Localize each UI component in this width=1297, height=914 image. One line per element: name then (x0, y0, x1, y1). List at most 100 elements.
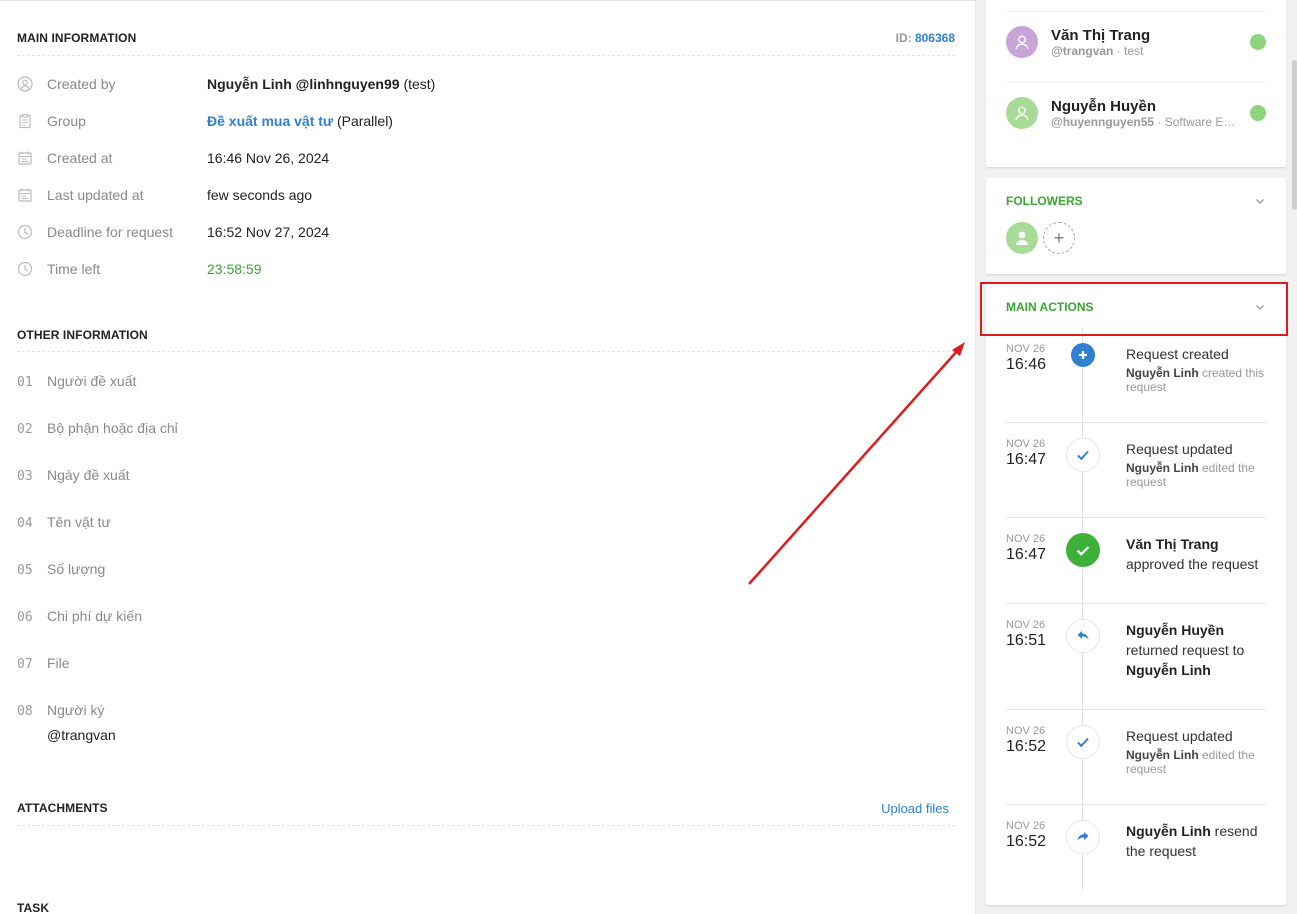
timeline-date: NOV 26 (1006, 343, 1046, 355)
user-icon (1015, 231, 1029, 245)
divider (1006, 603, 1266, 604)
created-by-value: Nguyễn Linh @linhnguyen99 (test) (207, 76, 436, 92)
divider (1006, 804, 1266, 805)
avatar (1006, 26, 1038, 58)
calendar-icon (17, 187, 33, 203)
time-left-value: 23:58:59 (207, 261, 262, 277)
created-at-value: 16:46 Nov 26, 2024 (207, 150, 330, 166)
followers-card: FOLLOWERS + (986, 178, 1286, 274)
approver-item[interactable]: Nguyễn Huyền @huyennguyen55 · Software En… (1006, 83, 1266, 143)
divider (1006, 709, 1266, 710)
timeline-time: 16:47 (1006, 546, 1047, 563)
check-icon (1066, 438, 1100, 472)
created-at-row: Created at 16:46 Nov 26, 2024 (17, 147, 937, 169)
group-label: Group (47, 113, 86, 129)
timeline-target: Nguyễn Linh (1126, 662, 1211, 678)
timeline-time: 16:52 (1006, 833, 1047, 850)
clipboard-icon (17, 113, 33, 129)
signer-value: @trangvan (47, 727, 116, 743)
main-info-title: MAIN INFORMATION (17, 31, 137, 45)
timeline-item: NOV 26 16:47 Request updated Nguyễn Linh… (1006, 438, 1266, 508)
timeline-title: Request created (1126, 346, 1229, 362)
timeline-date: NOV 26 (1006, 533, 1046, 545)
status-dot (1250, 34, 1266, 50)
time-left-label: Time left (47, 261, 101, 277)
deadline-value: 16:52 Nov 27, 2024 (207, 224, 330, 240)
calendar-icon (17, 150, 33, 166)
time-left-row: Time left 23:58:59 (17, 258, 937, 280)
created-by-row: Created by Nguyễn Linh @linhnguyen99 (te… (17, 73, 937, 95)
resend-icon (1066, 820, 1100, 854)
timeline-item: NOV 26 16:51 Nguyễn Huyền returned reque… (1006, 619, 1266, 699)
field-row: 04 Tên vật tư (17, 514, 111, 531)
approved-icon (1066, 533, 1100, 567)
timeline-actor: Văn Thị Trang (1126, 536, 1219, 552)
avatar (1006, 97, 1038, 129)
field-row: 07 File (17, 655, 70, 672)
chevron-down-icon[interactable] (1254, 195, 1266, 207)
divider (17, 351, 955, 352)
timeline-date: NOV 26 (1006, 438, 1046, 450)
check-icon (1066, 725, 1100, 759)
last-updated-value: few seconds ago (207, 187, 313, 203)
clock-icon (17, 261, 33, 277)
created-by-label: Created by (47, 76, 116, 92)
last-updated-label: Last updated at (47, 187, 144, 203)
followers-title: FOLLOWERS (1006, 194, 1083, 208)
timeline-date: NOV 26 (1006, 725, 1046, 737)
approver-name: Văn Thị Trang (1051, 26, 1151, 44)
approvers-card: Văn Thị Trang @trangvan · test Nguyễn Huy… (986, 0, 1286, 167)
timeline-desc: Nguyễn Linh edited the request (1126, 748, 1255, 776)
timeline-date: NOV 26 (1006, 619, 1046, 631)
deadline-row: Deadline for request 16:52 Nov 27, 2024 (17, 221, 937, 243)
group-link[interactable]: Đề xuất mua vật tư (207, 113, 333, 129)
field-row: 05 Số lượng (17, 561, 106, 578)
field-row: 08 Người ký (17, 702, 105, 719)
approver-handle: @huyennguyen55 · Software Eng... (1051, 114, 1241, 129)
timeline-title: Request updated (1126, 728, 1233, 744)
timeline-time: 16:47 (1006, 451, 1047, 468)
status-dot (1250, 105, 1266, 121)
add-follower-button[interactable]: + (1043, 222, 1075, 254)
approver-item[interactable]: Văn Thị Trang @trangvan · test (1006, 12, 1266, 72)
timeline-time: 16:46 (1006, 356, 1047, 373)
task-title: TASK (17, 901, 50, 914)
timeline-time: 16:51 (1006, 632, 1047, 649)
plus-icon (1071, 343, 1095, 367)
timeline-desc: Nguyễn Linh resend the request (1126, 823, 1258, 859)
attachments-title: ATTACHMENTS (17, 801, 108, 815)
divider (17, 825, 955, 826)
group-value: Đề xuất mua vật tư (Parallel) (207, 113, 393, 129)
timeline-time: 16:52 (1006, 738, 1047, 755)
timeline-desc: returned request to (1126, 642, 1245, 658)
timeline-item: NOV 26 16:52 Request updated Nguyễn Linh… (1006, 725, 1266, 795)
group-row: Group Đề xuất mua vật tư (Parallel) (17, 110, 937, 132)
field-row: 02 Bộ phận hoặc địa chỉ (17, 420, 178, 437)
request-id: ID: 806368 (895, 31, 955, 45)
user-icon (1015, 35, 1029, 50)
deadline-label: Deadline for request (47, 224, 174, 240)
field-row: 01 Người đề xuất (17, 373, 137, 390)
divider (17, 55, 955, 56)
timeline-item: NOV 26 16:46 Request created Nguyễn Linh… (1006, 343, 1266, 413)
last-updated-row: Last updated at few seconds ago (17, 184, 937, 206)
highlight-box (980, 282, 1288, 336)
upload-files-link[interactable]: Upload files (881, 801, 949, 816)
timeline-actor: Nguyễn Huyền (1126, 622, 1225, 638)
timeline-item: NOV 26 16:52 Nguyễn Linh resend the requ… (1006, 820, 1266, 880)
scrollbar[interactable] (1292, 60, 1297, 210)
approver-handle: @trangvan · test (1051, 43, 1144, 58)
timeline-item: NOV 26 16:47 Văn Thị Trang approved the … (1006, 533, 1266, 593)
field-row: 06 Chi phí dự kiến (17, 608, 142, 625)
clock-icon (17, 224, 33, 240)
timeline-desc: Nguyễn Linh edited the request (1126, 461, 1255, 489)
divider (1006, 517, 1266, 518)
return-icon (1066, 619, 1100, 653)
other-info-title: OTHER INFORMATION (17, 328, 148, 342)
created-at-label: Created at (47, 150, 113, 166)
timeline-desc: approved the request (1126, 556, 1259, 572)
timeline-date: NOV 26 (1006, 820, 1046, 832)
follower-avatar[interactable] (1006, 222, 1038, 254)
user-icon (17, 76, 33, 92)
user-icon (1015, 106, 1029, 121)
